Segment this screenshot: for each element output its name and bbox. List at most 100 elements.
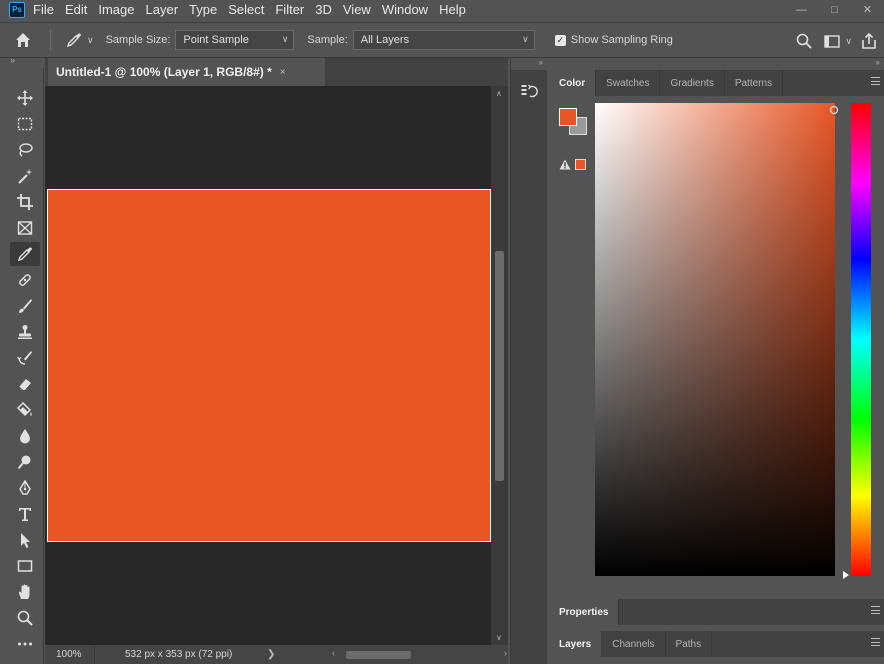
- scrollbar-thumb[interactable]: [495, 251, 504, 481]
- menu-filter[interactable]: Filter: [275, 0, 304, 19]
- workspace-icon[interactable]: [823, 32, 841, 50]
- zoom-level-field[interactable]: 100%: [45, 645, 95, 664]
- path-selection-tool[interactable]: [10, 528, 40, 552]
- scrollbar-thumb[interactable]: [346, 651, 411, 659]
- collapse-icon: »: [10, 55, 16, 65]
- tab-swatches[interactable]: Swatches: [596, 70, 661, 96]
- status-menu-icon[interactable]: ❯: [267, 649, 275, 660]
- home-button[interactable]: [0, 22, 46, 58]
- menu-view[interactable]: View: [343, 0, 371, 19]
- more-tools[interactable]: [10, 632, 40, 656]
- menu-image[interactable]: Image: [98, 0, 134, 19]
- menu-type[interactable]: Type: [189, 0, 217, 19]
- healing-brush-tool[interactable]: [10, 268, 40, 292]
- menu-window[interactable]: Window: [382, 0, 428, 19]
- checkbox-checked[interactable]: ✓: [554, 34, 566, 46]
- photoshop-logo[interactable]: Ps: [9, 1, 25, 18]
- menu-3d[interactable]: 3D: [315, 0, 332, 19]
- history-brush-tool[interactable]: [10, 346, 40, 370]
- lasso-tool[interactable]: [10, 138, 40, 162]
- color-panel-tabs: Color Swatches Gradients Patterns: [549, 70, 884, 96]
- share-icon[interactable]: [860, 32, 878, 50]
- sample-size-select[interactable]: Point Sample ∨: [175, 30, 295, 50]
- hue-slider[interactable]: [851, 103, 871, 576]
- eyedropper-tool[interactable]: [10, 242, 40, 266]
- sample-label: Sample:: [307, 34, 348, 46]
- right-panel-collapse-bar[interactable]: »: [549, 58, 884, 70]
- out-of-gamut-warning[interactable]: [559, 159, 586, 170]
- tab-paths[interactable]: Paths: [666, 631, 713, 657]
- scroll-down-icon[interactable]: ∨: [496, 633, 502, 642]
- bandage-icon: [19, 274, 31, 286]
- tab-patterns[interactable]: Patterns: [725, 70, 784, 96]
- rectangle-icon: [17, 560, 33, 572]
- tab-layers[interactable]: Layers: [549, 631, 603, 657]
- paint-bucket-tool[interactable]: [10, 398, 40, 422]
- document-info[interactable]: 532 px x 353 px (72 ppi): [125, 649, 232, 660]
- tool-preset-picker[interactable]: ∨: [65, 31, 94, 49]
- dodge-tool[interactable]: [10, 450, 40, 474]
- panel-menu-icon[interactable]: [871, 638, 880, 646]
- scroll-right-icon[interactable]: ›: [504, 648, 507, 658]
- clone-stamp-tool[interactable]: [10, 320, 40, 344]
- minimize-button[interactable]: —: [785, 0, 818, 19]
- zoom-tool[interactable]: [10, 606, 40, 630]
- rectangle-tool[interactable]: [10, 554, 40, 578]
- status-bar: 100% 532 px x 353 px (72 ppi) ❯ ‹ ›: [45, 645, 508, 664]
- foreground-color-swatch[interactable]: [559, 108, 577, 126]
- color-picker-ring[interactable]: [830, 106, 838, 114]
- crop-tool[interactable]: [10, 190, 40, 214]
- horizontal-scrollbar[interactable]: ‹ ›: [332, 648, 507, 660]
- tab-color[interactable]: Color: [549, 70, 597, 96]
- hue-slider-handle[interactable]: [843, 571, 849, 579]
- menu-layer[interactable]: Layer: [146, 0, 179, 19]
- move-icon: [17, 90, 33, 106]
- close-icon[interactable]: ×: [280, 67, 286, 78]
- document-tab[interactable]: Untitled-1 @ 100% (Layer 1, RGB/8#) * ×: [48, 58, 325, 86]
- eraser-tool[interactable]: [10, 372, 40, 396]
- tab-label: Properties: [559, 606, 609, 618]
- type-tool[interactable]: [10, 502, 40, 526]
- tab-gradients[interactable]: Gradients: [660, 70, 725, 96]
- brush-tool[interactable]: [10, 294, 40, 318]
- menu-select[interactable]: Select: [228, 0, 264, 19]
- panel-collapse-bar[interactable]: »: [511, 58, 547, 70]
- magic-wand-tool[interactable]: [10, 164, 40, 188]
- pen-tool[interactable]: [10, 476, 40, 500]
- scroll-up-icon[interactable]: ∧: [496, 89, 502, 98]
- vertical-scrollbar[interactable]: ∧ ∨: [491, 86, 508, 645]
- panel-menu-icon[interactable]: [871, 77, 880, 85]
- chevron-down-icon: ∨: [522, 34, 529, 44]
- properties-panel-tabs: Properties: [549, 599, 884, 625]
- color-saturation-field[interactable]: [595, 103, 838, 576]
- menu-file[interactable]: File: [33, 0, 54, 19]
- tab-properties[interactable]: Properties: [549, 599, 620, 625]
- menu-edit[interactable]: Edit: [65, 0, 87, 19]
- tools-collapse-bar[interactable]: »: [0, 55, 44, 68]
- scroll-left-icon[interactable]: ‹: [332, 648, 335, 658]
- canvas-area[interactable]: [45, 86, 491, 645]
- chevron-down-icon: ∨: [281, 34, 289, 44]
- document-canvas[interactable]: [47, 189, 491, 542]
- sample-size-label: Sample Size:: [105, 34, 171, 46]
- close-button[interactable]: ✕: [851, 0, 884, 19]
- blur-tool[interactable]: [10, 424, 40, 448]
- collapsed-panel-strip: »: [510, 58, 547, 664]
- maximize-button[interactable]: □: [818, 0, 851, 19]
- menu-bar: Ps File Edit Image Layer Type Select Fil…: [0, 0, 884, 19]
- chevron-down-icon[interactable]: ∨: [845, 36, 852, 47]
- history-panel-button[interactable]: [517, 78, 541, 104]
- collapse-icon: »: [875, 58, 880, 67]
- menu-help[interactable]: Help: [439, 0, 466, 19]
- move-tool[interactable]: [10, 86, 40, 110]
- hand-tool[interactable]: [10, 580, 40, 604]
- frame-tool[interactable]: [10, 216, 40, 240]
- gamut-color-swatch[interactable]: [575, 159, 586, 170]
- show-sampling-ring-toggle[interactable]: ✓ Show Sampling Ring: [554, 34, 678, 46]
- marquee-tool[interactable]: [10, 112, 40, 136]
- sample-select[interactable]: All Layers ∨: [352, 30, 535, 50]
- panel-menu-icon[interactable]: [871, 606, 880, 614]
- paint-bucket-icon: [16, 401, 32, 417]
- search-icon[interactable]: [795, 32, 813, 50]
- tab-channels[interactable]: Channels: [602, 631, 666, 657]
